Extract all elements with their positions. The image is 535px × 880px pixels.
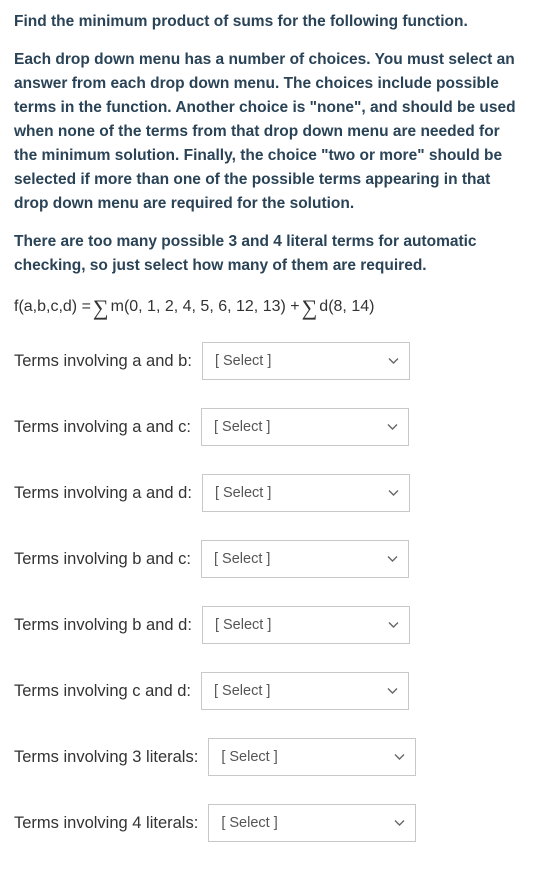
label-4-literals: Terms involving 4 literals: xyxy=(14,814,198,833)
label-b-and-c: Terms involving b and c: xyxy=(14,550,191,569)
instruction-paragraph-3: There are too many possible 3 and 4 lite… xyxy=(14,230,521,278)
sigma-symbol-1: ∑ xyxy=(93,295,109,321)
select-c-and-d[interactable]: [ Select ] xyxy=(201,672,409,710)
row-a-and-d: Terms involving a and d: [ Select ] xyxy=(14,474,521,512)
select-value: [ Select ] xyxy=(215,353,271,369)
chevron-down-icon xyxy=(388,490,399,497)
chevron-down-icon xyxy=(394,754,405,761)
select-4-literals[interactable]: [ Select ] xyxy=(208,804,416,842)
select-value: [ Select ] xyxy=(215,485,271,501)
label-3-literals: Terms involving 3 literals: xyxy=(14,748,198,767)
label-a-and-c: Terms involving a and c: xyxy=(14,418,191,437)
chevron-down-icon xyxy=(388,358,399,365)
instruction-paragraph-1: Find the minimum product of sums for the… xyxy=(14,10,521,34)
row-a-and-b: Terms involving a and b: [ Select ] xyxy=(14,342,521,380)
label-a-and-b: Terms involving a and b: xyxy=(14,352,192,371)
row-b-and-c: Terms involving b and c: [ Select ] xyxy=(14,540,521,578)
select-b-and-d[interactable]: [ Select ] xyxy=(202,606,410,644)
select-b-and-c[interactable]: [ Select ] xyxy=(201,540,409,578)
chevron-down-icon xyxy=(388,622,399,629)
instructions-block: Find the minimum product of sums for the… xyxy=(14,10,521,278)
row-3-literals: Terms involving 3 literals: [ Select ] xyxy=(14,738,521,776)
label-a-and-d: Terms involving a and d: xyxy=(14,484,192,503)
row-b-and-d: Terms involving b and d: [ Select ] xyxy=(14,606,521,644)
row-c-and-d: Terms involving c and d: [ Select ] xyxy=(14,672,521,710)
chevron-down-icon xyxy=(387,688,398,695)
label-b-and-d: Terms involving b and d: xyxy=(14,616,192,635)
select-value: [ Select ] xyxy=(214,683,270,699)
chevron-down-icon xyxy=(387,424,398,431)
select-value: [ Select ] xyxy=(215,617,271,633)
formula-d-args: d(8, 14) xyxy=(319,298,374,316)
instruction-paragraph-2: Each drop down menu has a number of choi… xyxy=(14,48,521,216)
chevron-down-icon xyxy=(394,820,405,827)
chevron-down-icon xyxy=(387,556,398,563)
row-4-literals: Terms involving 4 literals: [ Select ] xyxy=(14,804,521,842)
select-a-and-d[interactable]: [ Select ] xyxy=(202,474,410,512)
sigma-symbol-2: ∑ xyxy=(302,295,318,321)
formula-m-args: m(0, 1, 2, 4, 5, 6, 12, 13) + xyxy=(111,298,300,316)
select-a-and-b[interactable]: [ Select ] xyxy=(202,342,410,380)
select-3-literals[interactable]: [ Select ] xyxy=(208,738,416,776)
row-a-and-c: Terms involving a and c: [ Select ] xyxy=(14,408,521,446)
formula-expression: f(a,b,c,d) = ∑ m(0, 1, 2, 4, 5, 6, 12, 1… xyxy=(14,294,521,320)
label-c-and-d: Terms involving c and d: xyxy=(14,682,191,701)
select-value: [ Select ] xyxy=(221,749,277,765)
select-value: [ Select ] xyxy=(214,551,270,567)
select-value: [ Select ] xyxy=(221,815,277,831)
formula-lhs: f(a,b,c,d) = xyxy=(14,298,91,316)
select-value: [ Select ] xyxy=(214,419,270,435)
select-a-and-c[interactable]: [ Select ] xyxy=(201,408,409,446)
